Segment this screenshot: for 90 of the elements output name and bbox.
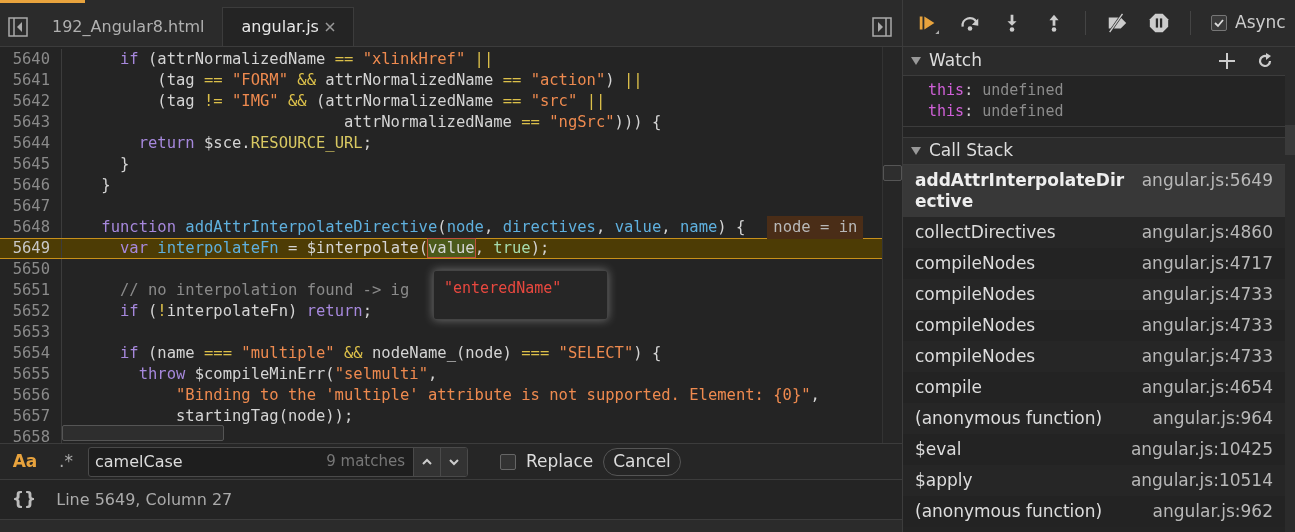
- async-checkbox[interactable]: [1211, 15, 1227, 31]
- code-line: }: [100, 174, 111, 196]
- code-line: attrNormalizedName == "ngSrc"))) {: [342, 111, 662, 133]
- line-number: 5645: [11, 153, 51, 175]
- value-popover: "enteredName": [433, 270, 608, 320]
- code-line: if (attrNormalizedName == "xlinkHref" ||: [119, 48, 494, 70]
- next-match-button[interactable]: [440, 447, 467, 476]
- file-tab[interactable]: 192_Angular8.html: [34, 7, 223, 46]
- debugger-toggle-icon[interactable]: [872, 16, 892, 37]
- line-number: 5650: [11, 258, 51, 280]
- line-number: 5640: [11, 48, 51, 70]
- frame-location: angular.js:964: [1152, 408, 1273, 429]
- frame-location: angular.js:10425: [1130, 439, 1273, 460]
- line-number: 5658: [11, 426, 51, 443]
- line-number: 5652: [11, 300, 51, 322]
- function-name: addAttrInterpolateDirective: [915, 170, 1126, 212]
- frame-location: angular.js:5649: [1141, 170, 1273, 191]
- frame-location: angular.js:4717: [1141, 253, 1273, 274]
- function-name: compile: [915, 377, 983, 398]
- code-line: function addAttrInterpolateDirective(node, directives, value, name) {: [100, 216, 746, 238]
- code-line: return $sce.RESOURCE_URL;: [137, 132, 372, 154]
- function-name: collectDirectives: [915, 222, 1057, 243]
- triangle-icon: [911, 56, 921, 66]
- regex-toggle[interactable]: .*: [56, 448, 76, 475]
- code-line: (tag != "IMG" && (attrNormalizedName == "src" ||: [156, 90, 606, 112]
- sidebar-toggle-icon[interactable]: [8, 16, 28, 37]
- line-number: 5654: [11, 342, 51, 364]
- line-number: 5641: [11, 69, 51, 91]
- search-field[interactable]: camelCase 9 matches: [88, 446, 468, 477]
- section-title: Watch: [929, 49, 983, 73]
- function-name: compileNodes: [915, 253, 1037, 274]
- code-line: var interpolateFn = $interpolate(value, true);: [119, 237, 550, 259]
- line-number: 5657: [11, 405, 51, 427]
- cursor-position: Line 5649, Column 27: [56, 488, 233, 511]
- horizontal-scrollbar-thumb[interactable]: [62, 425, 224, 441]
- watch-expression: this: undefined: [928, 101, 1065, 122]
- frame-location: angular.js:10514: [1130, 470, 1273, 491]
- pause-icon[interactable]: [1148, 12, 1170, 34]
- code-line: }: [119, 153, 130, 175]
- function-name: (anonymous function): [915, 408, 1104, 429]
- replace-checkbox[interactable]: [500, 453, 516, 470]
- code-line: if (name === "multiple" && nodeName_(node) === "SELECT") {: [119, 342, 662, 364]
- frame-location: angular.js:962: [1152, 501, 1273, 522]
- triangle-icon: [911, 146, 921, 156]
- refresh-icon[interactable]: [1257, 53, 1273, 69]
- file-tab[interactable]: angular.js: [222, 7, 354, 46]
- function-name: $apply: [915, 470, 974, 491]
- code-line: (tag == "FORM" && attrNormalizedName == "action") ||: [156, 69, 643, 91]
- frame-location: angular.js:4654: [1141, 377, 1273, 398]
- match-count: 9 matches: [326, 451, 406, 473]
- line-number: 5648: [11, 216, 51, 238]
- function-name: compileNodes: [915, 315, 1037, 336]
- frame-location: angular.js:4733: [1141, 284, 1273, 305]
- deactivate-breakpoints-icon[interactable]: [1106, 12, 1128, 34]
- watch-header[interactable]: Watch: [903, 47, 1285, 76]
- line-number: 5647: [11, 195, 51, 217]
- previous-match-button[interactable]: [413, 447, 440, 476]
- line-number: 5644: [11, 132, 51, 154]
- call-frame[interactable]: addAttrInterpolateDirective angular.js:5649: [903, 165, 1285, 217]
- code-line: // no interpolation found -> ig: [119, 279, 410, 301]
- code-line: startingTag(node));: [174, 405, 354, 427]
- line-number: 5653: [11, 321, 51, 343]
- add-icon[interactable]: [1219, 53, 1235, 69]
- line-number: 5643: [11, 111, 51, 133]
- scrollbar-thumb[interactable]: [883, 165, 902, 181]
- function-name: compileNodes: [915, 346, 1037, 367]
- code-line: if (!interpolateFn) return;: [119, 300, 372, 322]
- close-icon[interactable]: [324, 22, 335, 32]
- line-number: 5655: [11, 363, 51, 385]
- line-number: 5646: [11, 174, 51, 196]
- section-title: Call Stack: [929, 139, 1014, 163]
- line-number: 5656: [11, 384, 51, 406]
- pretty-print-button[interactable]: {}: [12, 486, 37, 513]
- frame-location: angular.js:4733: [1141, 346, 1273, 367]
- code-line: throw $compileMinErr("selmulti",: [137, 363, 438, 385]
- line-number: 5649: [11, 237, 51, 259]
- match-case-toggle[interactable]: Aa: [10, 448, 40, 475]
- watch-expression: this: undefined: [928, 80, 1065, 101]
- inline-value: node = in: [767, 215, 864, 240]
- line-number: 5651: [11, 279, 51, 301]
- async-label[interactable]: Async: [1235, 10, 1286, 36]
- frame-location: angular.js:4733: [1141, 315, 1273, 336]
- replace-label[interactable]: Replace: [526, 448, 594, 475]
- function-name: (anonymous function): [915, 501, 1104, 522]
- function-name: compileNodes: [915, 284, 1037, 305]
- code-line: "Binding to the 'multiple' attribute is not supported. Element: {0}",: [174, 384, 820, 406]
- frame-location: angular.js:4860: [1141, 222, 1273, 243]
- function-name: $eval: [915, 439, 963, 460]
- call-stack-header[interactable]: Call Stack: [903, 137, 1285, 165]
- line-number: 5642: [11, 90, 51, 112]
